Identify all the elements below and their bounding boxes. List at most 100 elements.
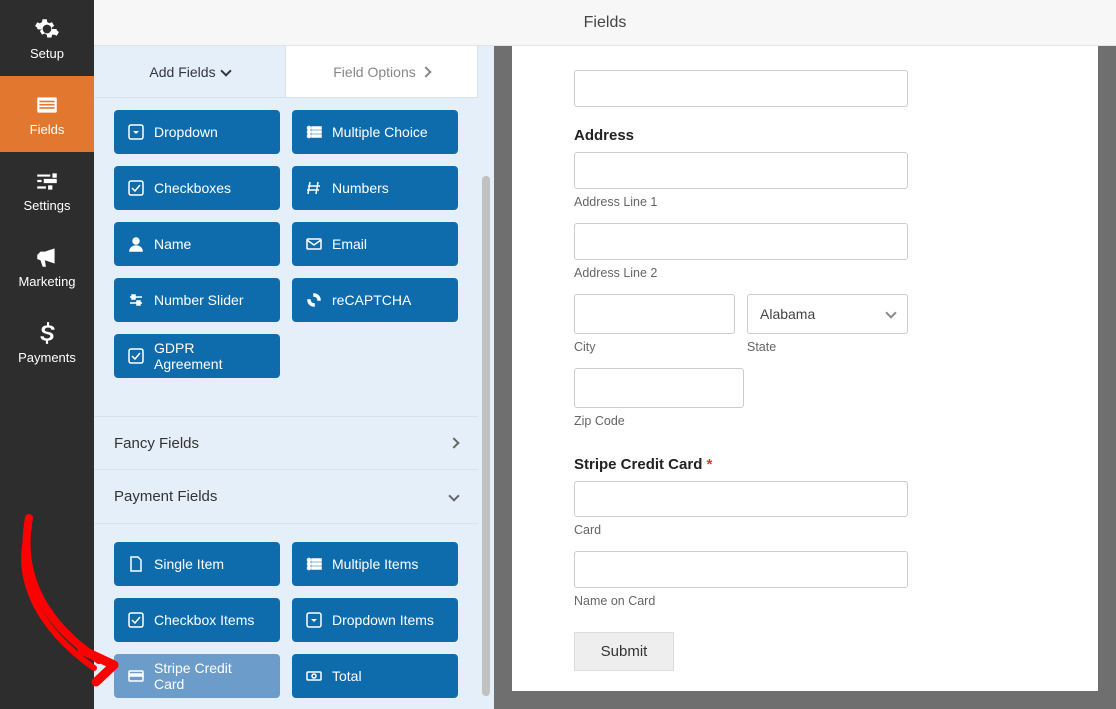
select-state[interactable]: Alabama bbox=[747, 294, 908, 334]
nav-label: Marketing bbox=[18, 274, 75, 289]
panel-tabs: Add Fields Field Options bbox=[94, 46, 478, 98]
field-email[interactable]: Email bbox=[292, 222, 458, 266]
sublabel-line2: Address Line 2 bbox=[574, 266, 908, 280]
label-text: Stripe Credit Card bbox=[574, 456, 702, 473]
sublabel-city: City bbox=[574, 340, 735, 354]
field-total[interactable]: Total bbox=[292, 654, 458, 698]
sidebar: Setup Fields Settings Marketing Payments bbox=[0, 0, 94, 709]
input-address-line1[interactable] bbox=[574, 152, 908, 189]
tab-field-options[interactable]: Field Options bbox=[286, 46, 478, 97]
nav-label: Fields bbox=[30, 122, 65, 137]
field-dropdown[interactable]: Dropdown bbox=[114, 110, 280, 154]
standard-fields-grid: Dropdown Multiple Choice Checkboxes Numb… bbox=[94, 98, 478, 398]
field-multiple-items[interactable]: Multiple Items bbox=[292, 542, 458, 586]
list-icon bbox=[306, 124, 322, 140]
sliders-icon bbox=[34, 168, 60, 194]
tab-label: Field Options bbox=[333, 64, 415, 80]
field-numbers[interactable]: Numbers bbox=[292, 166, 458, 210]
user-icon bbox=[128, 236, 144, 252]
submit-button[interactable]: Submit bbox=[574, 632, 674, 671]
page-title: Fields bbox=[584, 14, 627, 32]
sublabel-name-on-card: Name on Card bbox=[574, 594, 908, 608]
sublabel-state: State bbox=[747, 340, 908, 354]
tab-label: Add Fields bbox=[149, 64, 215, 80]
label: Checkbox Items bbox=[154, 612, 254, 628]
chevron-down-icon bbox=[448, 490, 459, 501]
field-recaptcha[interactable]: reCAPTCHA bbox=[292, 278, 458, 322]
field-stripe-credit-card[interactable]: Stripe Credit Card bbox=[114, 654, 280, 698]
nav-payments[interactable]: Payments bbox=[0, 304, 94, 380]
gear-icon bbox=[34, 16, 60, 42]
sublabel-line1: Address Line 1 bbox=[574, 195, 908, 209]
tab-add-fields[interactable]: Add Fields bbox=[94, 46, 286, 97]
input-name-on-card[interactable] bbox=[574, 551, 908, 588]
check-square-icon bbox=[128, 180, 144, 196]
section-label: Payment Fields bbox=[114, 488, 217, 505]
input-city[interactable] bbox=[574, 294, 735, 334]
file-icon bbox=[128, 556, 144, 572]
caret-square-icon bbox=[306, 612, 322, 628]
recaptcha-icon bbox=[306, 292, 322, 308]
envelope-icon bbox=[306, 236, 322, 252]
field-single-item[interactable]: Single Item bbox=[114, 542, 280, 586]
label: Dropdown Items bbox=[332, 612, 434, 628]
fields-panel: Add Fields Field Options Dropdown Multip… bbox=[94, 46, 494, 709]
scrollbar-thumb[interactable] bbox=[482, 176, 490, 696]
label: Stripe Credit Card bbox=[154, 660, 266, 692]
hash-icon bbox=[306, 180, 322, 196]
section-fancy-fields[interactable]: Fancy Fields bbox=[94, 416, 478, 470]
chevron-right-icon bbox=[448, 437, 459, 448]
field-multiple-choice[interactable]: Multiple Choice bbox=[292, 110, 458, 154]
field-dropdown-items[interactable]: Dropdown Items bbox=[292, 598, 458, 642]
section-label: Fancy Fields bbox=[114, 435, 199, 452]
required-asterisk: * bbox=[702, 456, 712, 473]
caret-square-icon bbox=[128, 124, 144, 140]
field-gdpr[interactable]: GDPR Agreement bbox=[114, 334, 280, 378]
check-square-icon bbox=[128, 348, 144, 364]
field-name[interactable]: Name bbox=[114, 222, 280, 266]
list-icon bbox=[306, 556, 322, 572]
nav-label: Settings bbox=[24, 198, 71, 213]
list-icon bbox=[34, 92, 60, 118]
nav-settings[interactable]: Settings bbox=[0, 152, 94, 228]
bullhorn-icon bbox=[34, 244, 60, 270]
payment-fields-grid: Single Item Multiple Items Checkbox Item… bbox=[94, 524, 478, 709]
panel-content: Add Fields Field Options Dropdown Multip… bbox=[94, 46, 478, 709]
label: Numbers bbox=[332, 180, 389, 196]
chevron-right-icon bbox=[420, 66, 431, 77]
field-checkboxes[interactable]: Checkboxes bbox=[114, 166, 280, 210]
check-square-icon bbox=[128, 612, 144, 628]
nav-label: Setup bbox=[30, 46, 64, 61]
sliders-icon bbox=[128, 292, 144, 308]
label: reCAPTCHA bbox=[332, 292, 411, 308]
sublabel-zip: Zip Code bbox=[574, 414, 908, 428]
panel-scrollbar[interactable] bbox=[478, 46, 494, 709]
field-number-slider[interactable]: Number Slider bbox=[114, 278, 280, 322]
nav-marketing[interactable]: Marketing bbox=[0, 228, 94, 304]
topbar: Fields bbox=[94, 0, 1116, 46]
label: Checkboxes bbox=[154, 180, 231, 196]
label: GDPR Agreement bbox=[154, 340, 266, 372]
dollar-icon bbox=[34, 320, 60, 346]
label: Name bbox=[154, 236, 191, 252]
section-payment-fields[interactable]: Payment Fields bbox=[94, 470, 478, 524]
field-checkbox-items[interactable]: Checkbox Items bbox=[114, 598, 280, 642]
submit-label: Submit bbox=[601, 643, 648, 660]
credit-card-icon bbox=[128, 668, 144, 684]
nav-label: Payments bbox=[18, 350, 76, 365]
form-preview: Address Address Line 1 Address Line 2 Ci… bbox=[512, 46, 1098, 691]
chevron-down-icon bbox=[220, 65, 231, 76]
input-zip[interactable] bbox=[574, 368, 744, 408]
nav-setup[interactable]: Setup bbox=[0, 0, 94, 76]
input-generic-top[interactable] bbox=[574, 70, 908, 107]
label: Total bbox=[332, 668, 362, 684]
select-value: Alabama bbox=[760, 306, 815, 322]
input-card[interactable] bbox=[574, 481, 908, 518]
input-address-line2[interactable] bbox=[574, 223, 908, 260]
label-address: Address bbox=[574, 127, 908, 144]
label: Email bbox=[332, 236, 367, 252]
label: Multiple Choice bbox=[332, 124, 428, 140]
chevron-down-icon bbox=[885, 307, 896, 318]
label-stripe: Stripe Credit Card * bbox=[574, 456, 908, 473]
nav-fields[interactable]: Fields bbox=[0, 76, 94, 152]
